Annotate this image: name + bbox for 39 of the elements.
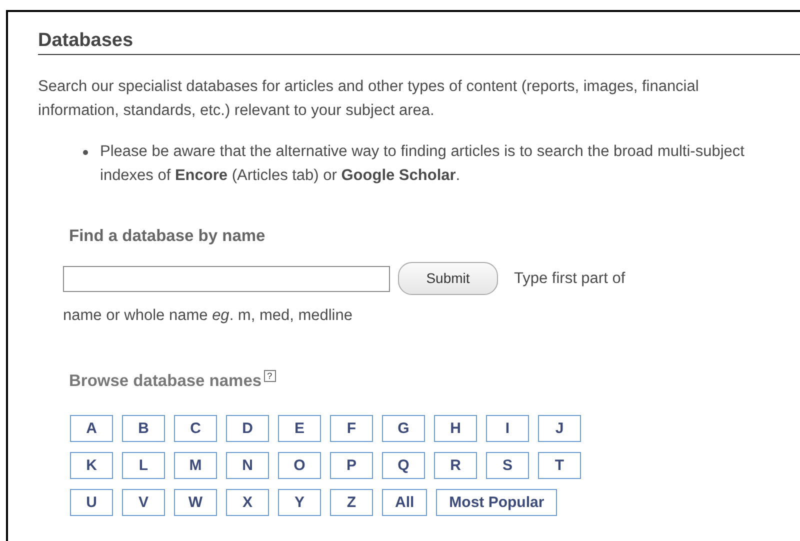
letter-link[interactable]: E	[278, 415, 321, 442]
letter-link[interactable]: N	[226, 452, 269, 479]
letter-link[interactable]: C	[174, 415, 217, 442]
letter-link[interactable]: M	[174, 452, 217, 479]
help-icon[interactable]: ?	[264, 370, 276, 382]
letter-link[interactable]: H	[434, 415, 477, 442]
browse-title: Browse database names	[69, 371, 262, 392]
hint-text: Type first part of	[514, 268, 626, 289]
letter-link[interactable]: I	[486, 415, 529, 442]
name-input-field[interactable]	[63, 266, 390, 292]
submit-button[interactable]: Submit	[398, 262, 498, 295]
letter-link[interactable]: P	[330, 452, 373, 479]
hint-text: name or whole name eg. m, med, medline	[63, 306, 354, 326]
letter-link[interactable]: V	[122, 489, 165, 516]
find-title: Find a database by name	[69, 226, 266, 247]
bullet-icon	[83, 150, 88, 155]
letter-link[interactable]: D	[226, 415, 269, 442]
letter-link[interactable]: J	[538, 415, 581, 442]
letter-link[interactable]: A	[70, 415, 113, 442]
letter-link[interactable]: U	[70, 489, 113, 516]
letter-link[interactable]: B	[122, 415, 165, 442]
letter-link[interactable]: L	[122, 452, 165, 479]
letter-link[interactable]: Most Popular	[436, 489, 558, 516]
letter-link[interactable]: W	[174, 489, 217, 516]
letter-link[interactable]: O	[278, 452, 321, 479]
letter-link[interactable]: Y	[278, 489, 321, 516]
letter-link[interactable]: K	[70, 452, 113, 479]
letter-link[interactable]: F	[330, 415, 373, 442]
intro-paragraph: Search our specialist databases for articles and other types of content (reports, images, financial information, standards, etc.) relevant to your subject area.	[38, 77, 700, 121]
letter-link[interactable]: R	[434, 452, 477, 479]
section-heading: Databases	[38, 29, 134, 53]
letter-link[interactable]: S	[486, 452, 529, 479]
letter-link[interactable]: Q	[382, 452, 425, 479]
letter-link[interactable]: Z	[330, 489, 373, 516]
letter-link[interactable]: T	[538, 452, 581, 479]
notice-text: Please be aware that the alternative way to finding articles is to search the broad multi-subject indexes of Encore (Articles tab) or Google Scholar.	[100, 142, 746, 186]
letter-link[interactable]: All	[382, 489, 428, 516]
letter-link[interactable]: X	[226, 489, 269, 516]
letter-link[interactable]: G	[382, 415, 425, 442]
